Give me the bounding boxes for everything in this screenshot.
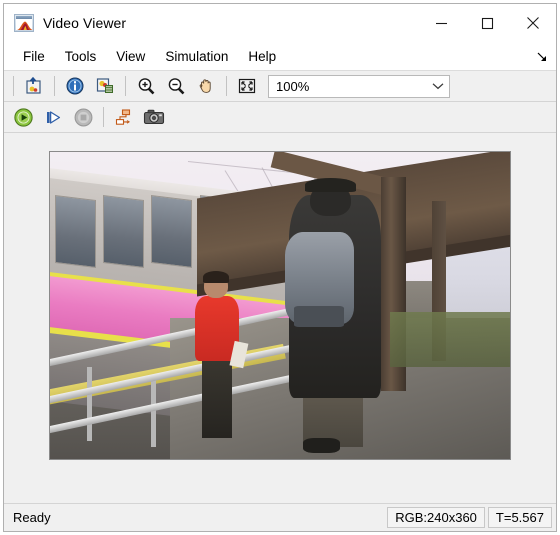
backpack-strap	[293, 305, 345, 327]
menu-item-file[interactable]: File	[14, 47, 54, 66]
main-toolbar: 100%	[4, 71, 556, 102]
matlab-membrane-icon	[14, 14, 34, 32]
stop-icon	[69, 104, 97, 130]
railing-post	[151, 379, 157, 447]
status-badge-format: RGB:240x360	[387, 507, 485, 528]
step-forward-icon[interactable]	[39, 104, 67, 130]
person-red-hair	[202, 271, 230, 284]
info-icon[interactable]	[61, 73, 89, 99]
close-icon[interactable]	[510, 4, 556, 42]
menu-item-help[interactable]: Help	[239, 47, 285, 66]
person-backpack-shoe	[303, 437, 340, 453]
chevron-down-icon[interactable]	[427, 82, 449, 90]
toolbar-separator	[103, 107, 104, 127]
vegetation	[390, 311, 510, 367]
minimize-icon[interactable]	[418, 4, 464, 42]
status-bar: Ready RGB:240x360 T=5.567	[4, 503, 556, 531]
toolbar-separator	[125, 76, 126, 96]
video-frame[interactable]	[49, 151, 511, 460]
window-title: Video Viewer	[43, 15, 127, 31]
menu-item-view[interactable]: View	[107, 47, 154, 66]
undock-arrow-icon[interactable]	[536, 50, 548, 62]
zoom-level-combobox[interactable]: 100%	[268, 74, 450, 98]
video-display-area[interactable]	[4, 133, 556, 503]
menu-bar: File Tools View Simulation Help	[4, 42, 556, 71]
video-scene	[50, 152, 510, 459]
toolbar-separator	[13, 76, 14, 96]
title-bar: Video Viewer	[4, 4, 556, 42]
play-icon[interactable]	[9, 104, 37, 130]
toolbar-separator	[54, 76, 55, 96]
train-window	[151, 194, 193, 268]
status-message: Ready	[13, 510, 51, 525]
zoom-out-icon[interactable]	[162, 73, 190, 99]
export-image-icon[interactable]	[20, 73, 48, 99]
camera-icon[interactable]	[140, 104, 168, 130]
simulink-model-icon[interactable]	[110, 104, 138, 130]
person-backpack-hat	[305, 178, 356, 192]
playback-toolbar	[4, 102, 556, 133]
image-tools-icon[interactable]	[91, 73, 119, 99]
status-badge-time: T=5.567	[487, 507, 552, 528]
maximize-icon[interactable]	[464, 4, 510, 42]
menu-item-simulation[interactable]: Simulation	[156, 47, 237, 66]
railing-post	[86, 366, 92, 441]
toolbar-separator	[226, 76, 227, 96]
video-viewer-window: Video Viewer File Tools View Simulation …	[3, 3, 557, 532]
train-window	[54, 194, 96, 268]
window-controls	[418, 4, 556, 42]
pan-hand-icon[interactable]	[192, 73, 220, 99]
fit-to-window-icon[interactable]	[233, 73, 261, 99]
zoom-in-icon[interactable]	[132, 73, 160, 99]
person-red-legs	[201, 357, 232, 438]
menu-item-tools[interactable]: Tools	[56, 47, 106, 66]
train-window	[102, 194, 145, 268]
zoom-level-value: 100%	[276, 78, 310, 94]
